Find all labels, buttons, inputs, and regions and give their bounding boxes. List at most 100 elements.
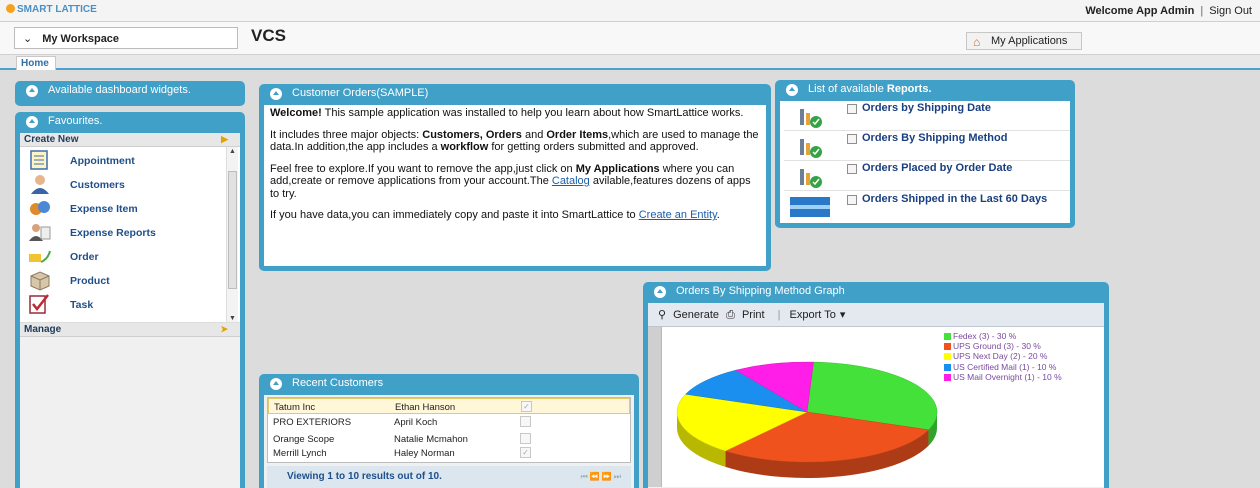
print-button[interactable]: Print bbox=[742, 309, 765, 321]
report-item[interactable]: Orders By Shipping Method bbox=[784, 131, 1070, 161]
fav-item-product[interactable]: Product bbox=[28, 269, 218, 293]
order-truck-icon bbox=[29, 250, 51, 263]
export-button[interactable]: Export To ▾ bbox=[790, 309, 846, 321]
favourites-scrollbar[interactable]: ▲ ▼ bbox=[226, 147, 238, 322]
page-title: VCS bbox=[251, 26, 286, 45]
pagination-nav-icons[interactable]: ⏮⏪⏩⏭ bbox=[581, 472, 623, 482]
legend-swatch bbox=[944, 353, 951, 361]
orders-header: Customer Orders(SAMPLE) bbox=[264, 84, 766, 105]
task-check-icon bbox=[29, 294, 49, 314]
report-item[interactable]: Orders Placed by Order Date bbox=[784, 161, 1070, 191]
favourites-panel: Favourites. Create New ▶ Appointment Cust… bbox=[15, 112, 245, 488]
report-person-icon bbox=[29, 224, 51, 241]
legend-item: Fedex (3) - 30 % bbox=[944, 331, 1062, 341]
printer-icon: ⎙ bbox=[726, 309, 735, 321]
orders-paragraph-1: Welcome! This sample application was ins… bbox=[270, 107, 744, 119]
create-entity-link[interactable]: Create an Entity bbox=[639, 209, 717, 221]
manage-header[interactable]: Manage ➤ bbox=[20, 323, 240, 337]
my-applications-button[interactable]: ⌂ My Applications bbox=[966, 32, 1082, 50]
pagination-text: Viewing 1 to 10 results out of 10. bbox=[287, 471, 442, 482]
workspace-dropdown[interactable]: ⌄ My Workspace bbox=[14, 27, 238, 49]
fav-item-order[interactable]: Order bbox=[28, 245, 218, 269]
shipping-method-graph-panel: Orders By Shipping Method Graph ⚲ Genera… bbox=[643, 282, 1109, 488]
table-row[interactable]: Tatum Inc Ethan Hanson ✓ bbox=[268, 398, 630, 414]
tab-bar: Home bbox=[0, 54, 1260, 70]
reports-panel: List of available Reports. Orders by Shi… bbox=[775, 80, 1075, 228]
scroll-up-icon[interactable]: ▲ bbox=[229, 148, 236, 155]
expand-arrow-icon: ➤ bbox=[220, 324, 228, 334]
orders-paragraph-3: Feel free to explore.If you want to remo… bbox=[270, 162, 751, 200]
catalog-link[interactable]: Catalog bbox=[552, 175, 590, 187]
scroll-thumb[interactable] bbox=[228, 171, 237, 289]
report-checkbox[interactable] bbox=[847, 104, 857, 114]
home-icon: ⌂ bbox=[973, 35, 981, 49]
reports-header: List of available Reports. bbox=[780, 80, 1070, 101]
chart-side-strip bbox=[648, 327, 662, 487]
fav-item-expense-item[interactable]: Expense Item bbox=[28, 197, 218, 221]
graph-toolbar: ⚲ Generate ⎙ Print | Export To ▾ bbox=[648, 303, 1104, 327]
graph-header: Orders By Shipping Method Graph bbox=[648, 282, 1104, 303]
top-bar: SMART LATTICE Welcome App Admin | Sign Out bbox=[0, 0, 1260, 22]
person-icon bbox=[31, 175, 49, 194]
orders-body: Welcome! This sample application was ins… bbox=[264, 105, 766, 266]
chevron-down-icon: ⌄ bbox=[23, 33, 33, 45]
legend-item: US Certified Mail (1) - 10 % bbox=[944, 362, 1062, 372]
fav-item-expense-reports[interactable]: Expense Reports bbox=[28, 221, 218, 245]
recent-header: Recent Customers bbox=[264, 374, 634, 395]
dashboard-widgets-panel: Available dashboard widgets. bbox=[15, 81, 245, 106]
pagination-bar: Viewing 1 to 10 results out of 10. ⏮⏪⏩⏭ bbox=[267, 466, 631, 488]
calendar-icon bbox=[30, 150, 48, 170]
favourites-header: Favourites. bbox=[20, 112, 240, 133]
recent-customers-panel: Recent Customers Tatum Inc Ethan Hanson ✓ … bbox=[259, 374, 639, 488]
legend-swatch bbox=[944, 343, 951, 351]
legend-swatch bbox=[944, 363, 951, 371]
table-row[interactable]: PRO EXTERIORS April Koch bbox=[268, 414, 630, 430]
orders-paragraph-4: If you have data,you can immediately cop… bbox=[270, 209, 720, 221]
legend-swatch bbox=[944, 373, 951, 381]
report-checkbox[interactable] bbox=[847, 134, 857, 144]
row-checkbox[interactable]: ✓ bbox=[521, 401, 532, 412]
row-checkbox[interactable] bbox=[520, 416, 531, 427]
legend-item: US Mail Overnight (1) - 10 % bbox=[944, 372, 1062, 382]
report-item[interactable]: Orders by Shipping Date bbox=[784, 101, 1070, 131]
chart-legend: Fedex (3) - 30 % UPS Ground (3) - 30 % U… bbox=[944, 331, 1062, 382]
report-checkbox[interactable] bbox=[847, 164, 857, 174]
widgets-header[interactable]: Available dashboard widgets. bbox=[20, 81, 240, 102]
report-item[interactable]: Orders Shipped in the Last 60 Days bbox=[784, 191, 1070, 223]
create-new-header[interactable]: Create New ▶ bbox=[20, 133, 240, 147]
scroll-down-icon[interactable]: ▼ bbox=[229, 315, 236, 322]
table-row[interactable]: Merrill Lynch Haley Norman ✓ bbox=[268, 445, 630, 461]
collapse-arrow-icon: ▶ bbox=[221, 134, 228, 144]
logo-icon bbox=[6, 4, 15, 13]
app-logo[interactable]: SMART LATTICE bbox=[6, 4, 97, 15]
legend-item: UPS Next Day (2) - 20 % bbox=[944, 351, 1062, 361]
collapse-icon[interactable] bbox=[26, 116, 38, 128]
row-checkbox[interactable] bbox=[520, 433, 531, 444]
collapse-icon[interactable] bbox=[786, 84, 798, 96]
collapse-icon[interactable] bbox=[26, 85, 38, 97]
generate-button[interactable]: Generate bbox=[673, 309, 719, 321]
magnifier-icon: ⚲ bbox=[658, 309, 667, 321]
report-chart-icon bbox=[800, 169, 822, 188]
sign-out-link[interactable]: Sign Out bbox=[1209, 5, 1252, 17]
chart-area: Fedex (3) - 30 % UPS Ground (3) - 30 % U… bbox=[648, 327, 1104, 487]
report-banner-icon bbox=[790, 197, 830, 217]
reports-list: Orders by Shipping Date Orders By Shippi… bbox=[780, 101, 1070, 223]
fav-item-customers[interactable]: Customers bbox=[28, 173, 218, 197]
coins-icon bbox=[30, 201, 50, 215]
legend-swatch bbox=[944, 333, 951, 340]
box-icon bbox=[30, 271, 50, 291]
tab-home[interactable]: Home bbox=[16, 56, 56, 70]
collapse-icon[interactable] bbox=[270, 378, 282, 390]
customer-orders-panel: Customer Orders(SAMPLE) Welcome! This sa… bbox=[259, 84, 771, 271]
orders-paragraph-2: It includes three major objects: Custome… bbox=[270, 128, 759, 154]
legend-item: UPS Ground (3) - 30 % bbox=[944, 341, 1062, 351]
row-checkbox[interactable]: ✓ bbox=[520, 447, 531, 458]
welcome-text: Welcome App Admin bbox=[1085, 5, 1195, 17]
favourites-list: Appointment Customers Expense Item Expen… bbox=[20, 147, 240, 323]
collapse-icon[interactable] bbox=[270, 88, 282, 100]
collapse-icon[interactable] bbox=[654, 286, 666, 298]
report-chart-icon bbox=[800, 139, 822, 158]
fav-item-appointment[interactable]: Appointment bbox=[28, 149, 218, 173]
fav-item-task[interactable]: Task bbox=[28, 293, 218, 317]
